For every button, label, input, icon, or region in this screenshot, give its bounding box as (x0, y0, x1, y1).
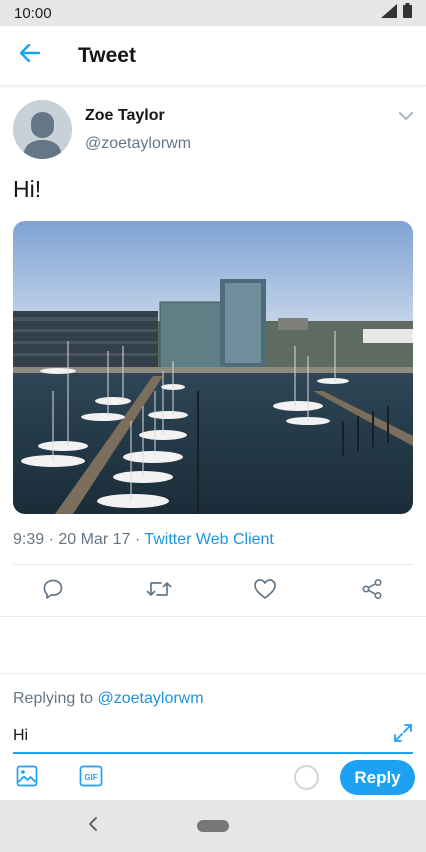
add-gif-button[interactable]: GIF (79, 765, 103, 792)
signal-icon (381, 3, 397, 23)
system-home-button[interactable] (197, 820, 229, 832)
chevron-left-icon (88, 816, 98, 836)
heart-icon (253, 578, 277, 605)
replying-to-mention[interactable]: @zoetaylorwm (98, 690, 204, 707)
replying-prefix: Replying to (13, 690, 98, 707)
meta-separator: · (44, 531, 59, 548)
gif-icon: GIF (79, 765, 103, 792)
reply-icon (42, 578, 64, 605)
character-count-ring (294, 765, 319, 790)
tweet-photo[interactable] (13, 221, 413, 514)
tweet-detail-screen: 10:00 Tweet Zoe Taylor @zoetaylorwm Hi! … (0, 0, 426, 852)
svg-text:GIF: GIF (84, 773, 97, 782)
system-nav-bar (0, 800, 426, 852)
reply-button[interactable]: Reply (340, 760, 415, 795)
harbor-photo (13, 221, 413, 514)
reply-input[interactable] (13, 720, 389, 752)
tweet-actions (0, 566, 426, 616)
back-button[interactable] (0, 26, 60, 86)
status-time: 10:00 (14, 4, 52, 22)
tweet-time: 9:39 (13, 531, 45, 548)
input-underline (13, 752, 413, 754)
replying-to-label: Replying to @zoetaylorwm (13, 690, 204, 708)
battery-icon (403, 3, 412, 23)
default-profile-icon (13, 100, 72, 159)
author-name[interactable]: Zoe Taylor (85, 107, 165, 125)
retweet-icon (146, 578, 172, 605)
add-photo-button[interactable] (15, 765, 39, 792)
chevron-down-icon (399, 107, 413, 125)
arrow-left-icon (19, 43, 41, 67)
author-handle[interactable]: @zoetaylorwm (85, 135, 191, 153)
divider (0, 616, 426, 617)
avatar[interactable] (13, 100, 72, 159)
divider (13, 564, 413, 565)
status-icons (381, 3, 412, 23)
page-title: Tweet (78, 43, 136, 67)
expand-icon (393, 723, 413, 748)
app-bar: Tweet (0, 26, 426, 86)
reply-action-button[interactable] (40, 578, 66, 604)
tweet-menu-button[interactable] (396, 106, 416, 126)
image-icon (16, 765, 38, 792)
tweet-client-link[interactable]: Twitter Web Client (144, 531, 274, 548)
system-back-button[interactable] (82, 814, 104, 838)
tweet-metadata: 9:39 · 20 Mar 17 · Twitter Web Client (13, 531, 274, 549)
retweet-action-button[interactable] (146, 578, 172, 604)
reply-composer: Replying to @zoetaylorwm GIF Reply (0, 673, 426, 800)
tweet-text: Hi! (13, 176, 42, 202)
share-icon (361, 578, 383, 605)
status-bar: 10:00 (0, 0, 426, 26)
expand-composer-button[interactable] (392, 723, 414, 748)
like-action-button[interactable] (252, 578, 278, 604)
share-action-button[interactable] (359, 578, 385, 604)
meta-separator: · (130, 531, 145, 548)
tweet-date: 20 Mar 17 (58, 531, 131, 548)
